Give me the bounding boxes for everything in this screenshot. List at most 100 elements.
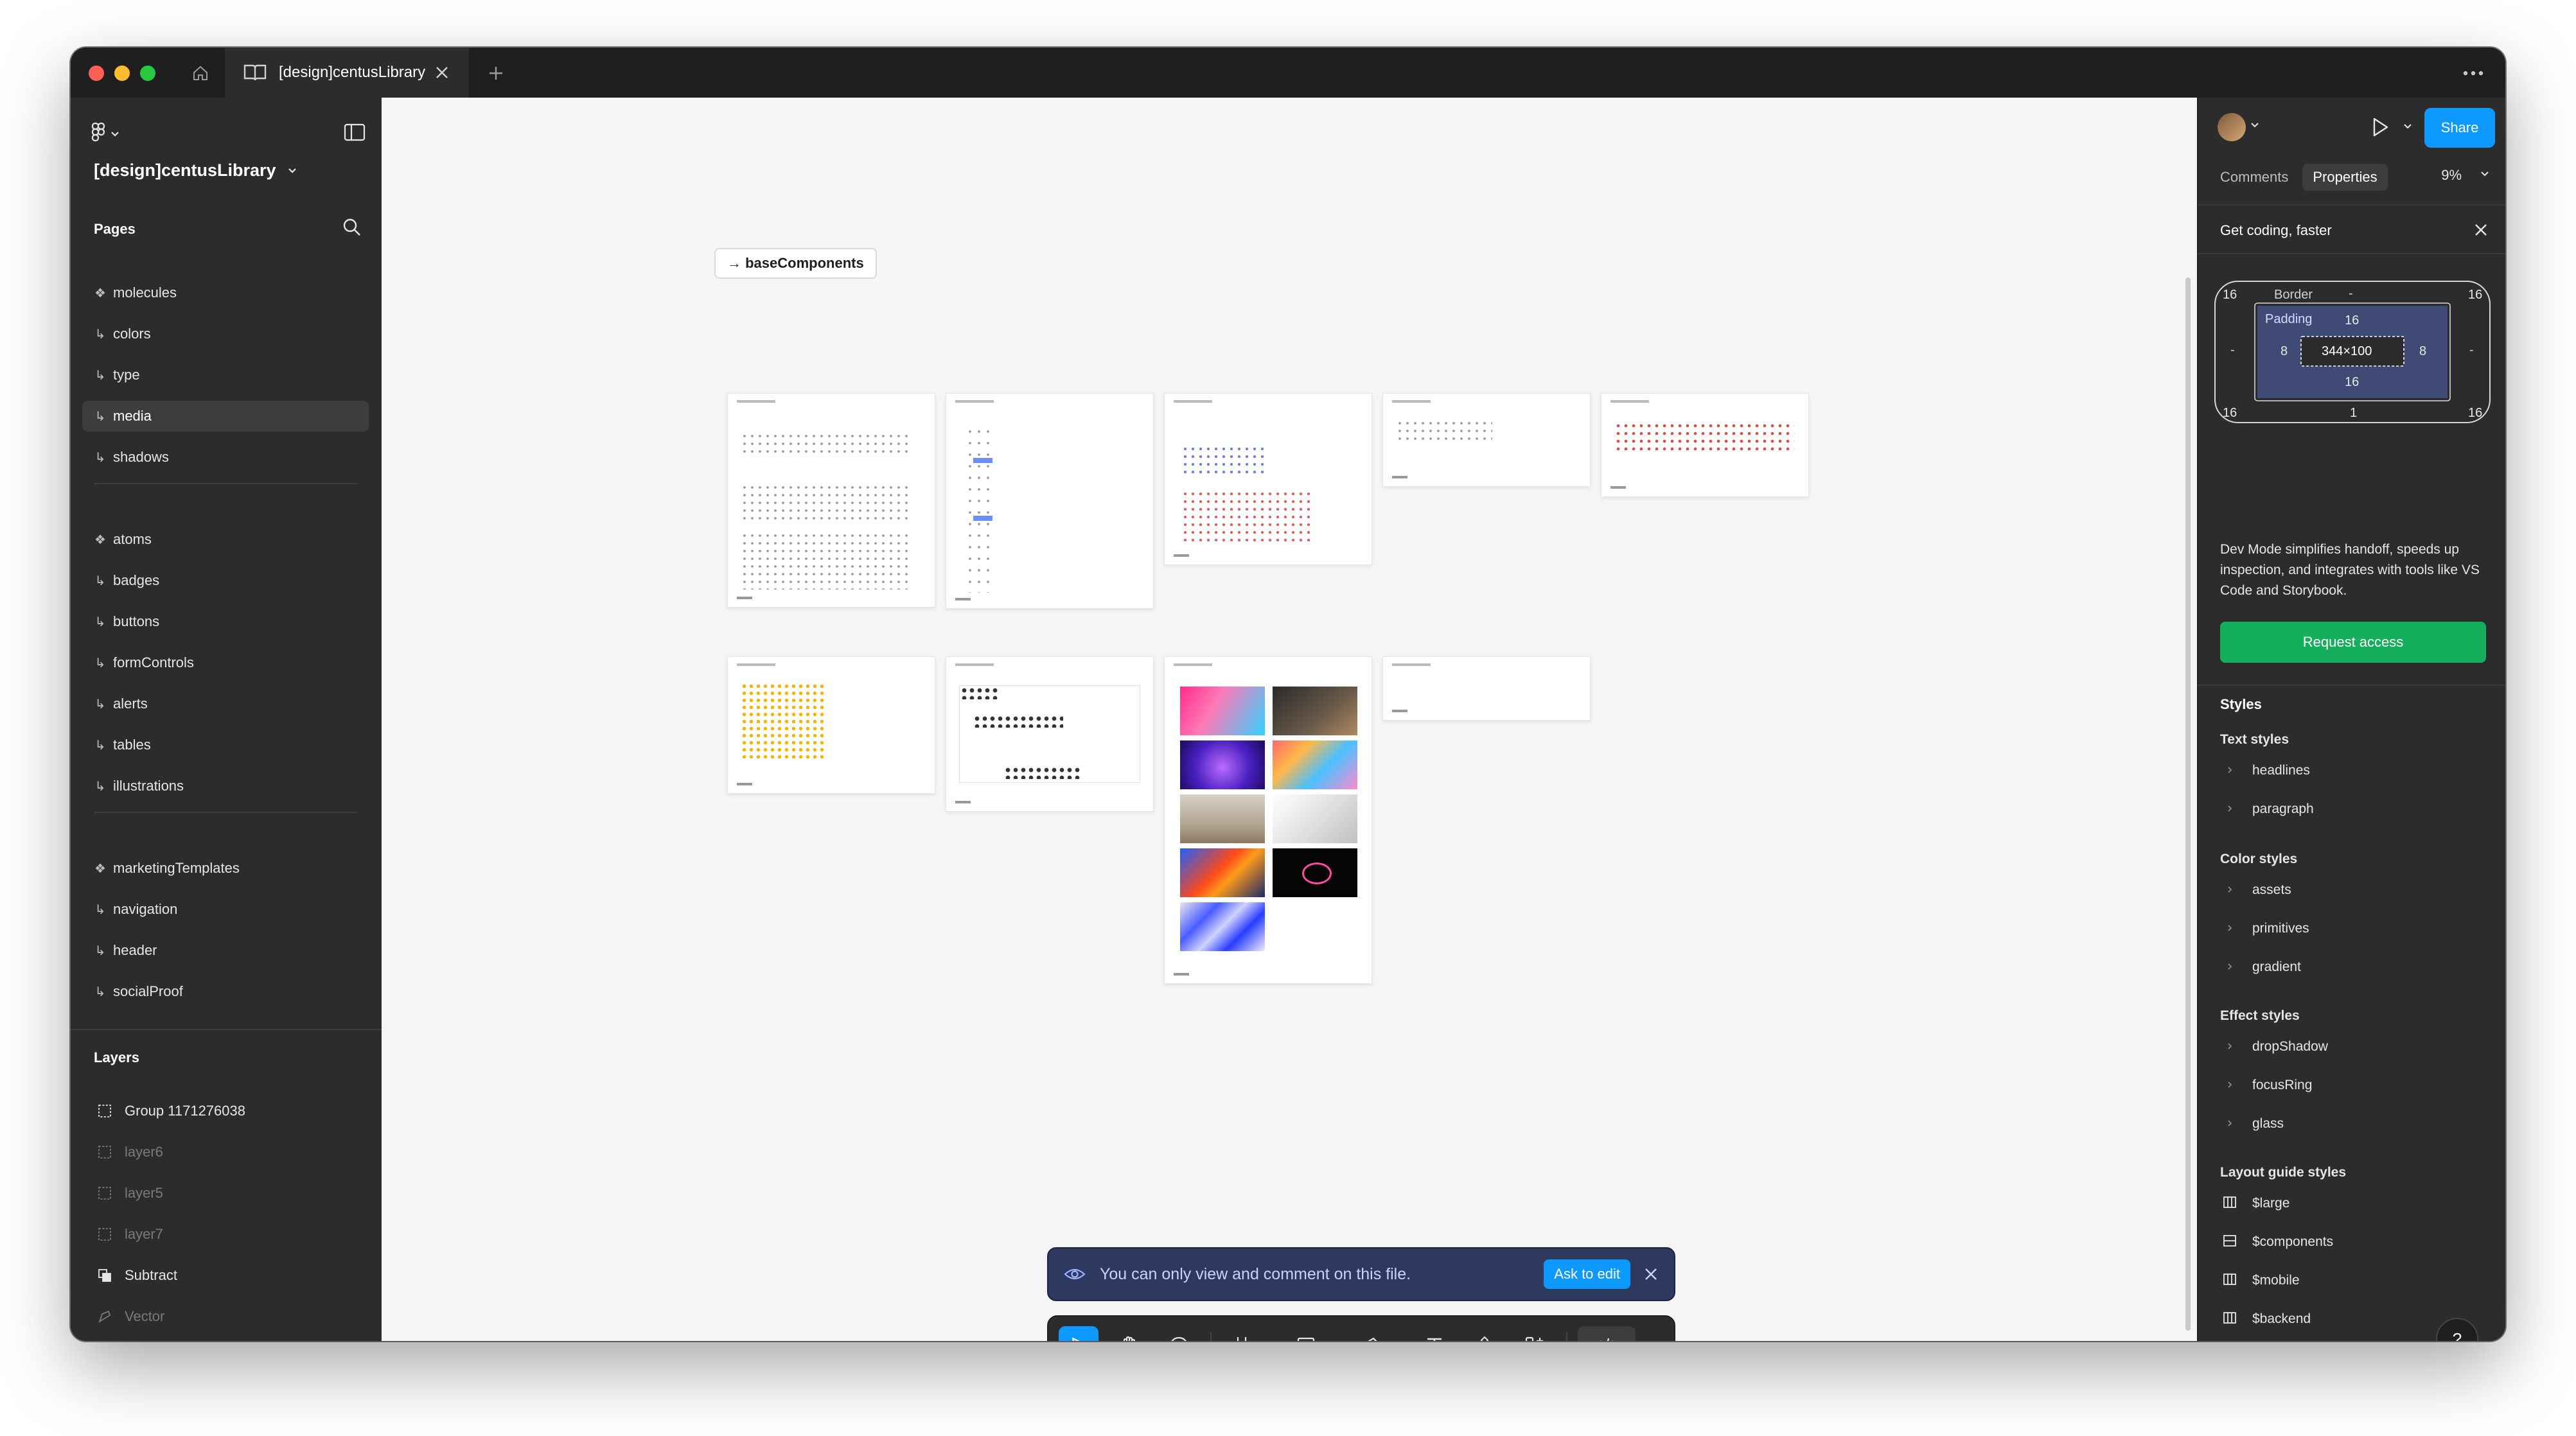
tab-comments[interactable]: Comments [2210,164,2298,191]
page-item-tables[interactable]: ↳ tables [82,730,369,760]
layer-item[interactable]: Vector [90,1301,366,1332]
canvas[interactable]: → baseComponents You can only view and c… [382,98,2197,1341]
actions-tool-icon[interactable] [1515,1326,1555,1341]
frame-integrations[interactable] [1164,393,1372,565]
comment-tool-icon[interactable] [1159,1326,1199,1341]
frame-avatars[interactable] [946,656,1154,812]
minimize-window-button[interactable] [114,66,130,81]
layer-item[interactable]: layer7 [90,1219,366,1250]
style-item-label: glass [2252,1116,2284,1131]
page-item-molecules[interactable]: ❖ molecules [82,277,369,308]
frame-tool-icon[interactable] [1222,1326,1262,1341]
chevron-down-icon[interactable] [2480,170,2490,181]
home-icon[interactable] [186,59,215,87]
chevron-down-icon[interactable] [2250,121,2260,132]
style-item-focusring[interactable]: focusRing [2220,1073,2490,1098]
frame-stock-images[interactable] [1164,656,1372,984]
page-item-buttons[interactable]: ↳ buttons [82,606,369,637]
effect-styles-header: Effect styles [2220,1008,2300,1023]
page-item-badges[interactable]: ↳ badges [82,565,369,596]
chevron-down-icon[interactable] [1328,1340,1340,1341]
hand-tool-icon[interactable] [1109,1326,1149,1341]
figma-menu-icon[interactable] [90,122,123,148]
chevron-down-icon[interactable] [2403,122,2413,134]
page-item-label: atoms [113,531,152,547]
close-tab-icon[interactable] [428,58,456,87]
page-item-socialproof[interactable]: ↳ socialProof [82,976,369,1007]
request-access-button[interactable]: Request access [2220,622,2486,663]
avatar[interactable] [2218,113,2246,141]
page-item-colors[interactable]: ↳ colors [82,319,369,349]
chevron-down-icon[interactable] [284,162,301,179]
subpage-arrow-icon: ↳ [94,656,106,670]
ask-to-edit-button[interactable]: Ask to edit [1544,1259,1630,1289]
style-item-gradient[interactable]: gradient [2220,954,2490,980]
layer-item[interactable]: Subtract [90,1260,366,1291]
style-item-mobile[interactable]: $mobile [2220,1268,2490,1293]
frame-socialproof-logos[interactable] [1382,393,1591,487]
section-label-basecomponents[interactable]: → baseComponents [714,248,877,279]
style-item-headlines[interactable]: headlines [2220,758,2490,784]
zoom-level[interactable]: 9% [2441,167,2462,184]
style-item-components[interactable]: $components [2220,1229,2490,1255]
page-item-media[interactable]: ↳ media [82,401,369,432]
subtract-icon [95,1266,114,1285]
layer-item[interactable]: layer5 [90,1178,366,1209]
dev-mode-toggle-icon[interactable] [1578,1326,1636,1341]
chevron-down-icon[interactable] [1393,1340,1404,1341]
page-item-shadows[interactable]: ↳ shadows [82,442,369,473]
page-item-label: media [113,408,152,424]
page-item-atoms[interactable]: ❖ atoms [82,524,369,555]
style-item-dropshadow[interactable]: dropShadow [2220,1034,2490,1060]
page-item-label: shadows [113,449,169,465]
file-tab[interactable]: [design]centusLibrary [225,48,469,98]
close-promo-icon[interactable] [2473,222,2489,241]
chevron-right-icon [2220,1079,2239,1092]
new-tab-icon[interactable] [482,59,510,87]
group-icon [95,1143,114,1162]
close-banner-icon[interactable] [1643,1266,1659,1282]
frame-textures[interactable] [1382,656,1591,721]
chevron-down-icon[interactable] [1264,1340,1276,1341]
rectangle-tool-icon[interactable] [1286,1326,1326,1341]
style-item-assets[interactable]: assets [2220,877,2490,903]
frame-icons[interactable] [727,393,935,608]
more-icon[interactable] [2454,59,2492,87]
style-item-large[interactable]: $large [2220,1191,2490,1216]
layer-item[interactable]: Group 1171276038 [90,1096,366,1126]
toggle-sidebar-icon[interactable] [343,122,366,146]
stock-image-hand [1273,687,1357,735]
canvas-scrollbar[interactable] [2185,277,2191,1331]
layer-item[interactable]: layer6 [90,1137,366,1168]
style-item-primitives[interactable]: primitives [2220,916,2490,941]
page-item-illustrations[interactable]: ↳ illustrations [82,771,369,801]
frame-payments[interactable] [946,393,1154,609]
text-styles-header: Text styles [2220,732,2289,747]
page-item-formcontrols[interactable]: ↳ formControls [82,647,369,678]
page-item-type[interactable]: ↳ type [82,360,369,390]
page-item-navigation[interactable]: ↳ navigation [82,894,369,925]
search-icon[interactable] [342,217,362,241]
component-icon: ❖ [94,286,106,301]
page-item-marketingtemplates[interactable]: ❖ marketingTemplates [82,853,369,884]
pen-tool-icon[interactable] [1350,1326,1390,1341]
stock-image-gradient [1180,687,1265,735]
style-item-paragraph[interactable]: paragraph [2220,796,2490,822]
page-item-alerts[interactable]: ↳ alerts [82,688,369,719]
style-item-label: focusRing [2252,1078,2313,1092]
zoom-window-button[interactable] [140,66,155,81]
style-item-label: paragraph [2252,801,2314,816]
share-button[interactable]: Share [2424,108,2495,148]
pages-group-divider [94,812,357,813]
frame-emoji[interactable] [727,656,935,794]
present-play-icon[interactable] [2369,116,2391,142]
component-tool-icon[interactable] [1465,1326,1504,1341]
style-item-glass[interactable]: glass [2220,1111,2490,1137]
move-tool-icon[interactable] [1059,1326,1098,1341]
frame-flags[interactable] [1601,393,1809,497]
close-window-button[interactable] [89,66,104,81]
file-name[interactable]: [design]centusLibrary [94,161,276,180]
page-item-header[interactable]: ↳ header [82,935,369,966]
text-tool-icon[interactable] [1415,1326,1454,1341]
tab-properties[interactable]: Properties [2302,164,2388,191]
